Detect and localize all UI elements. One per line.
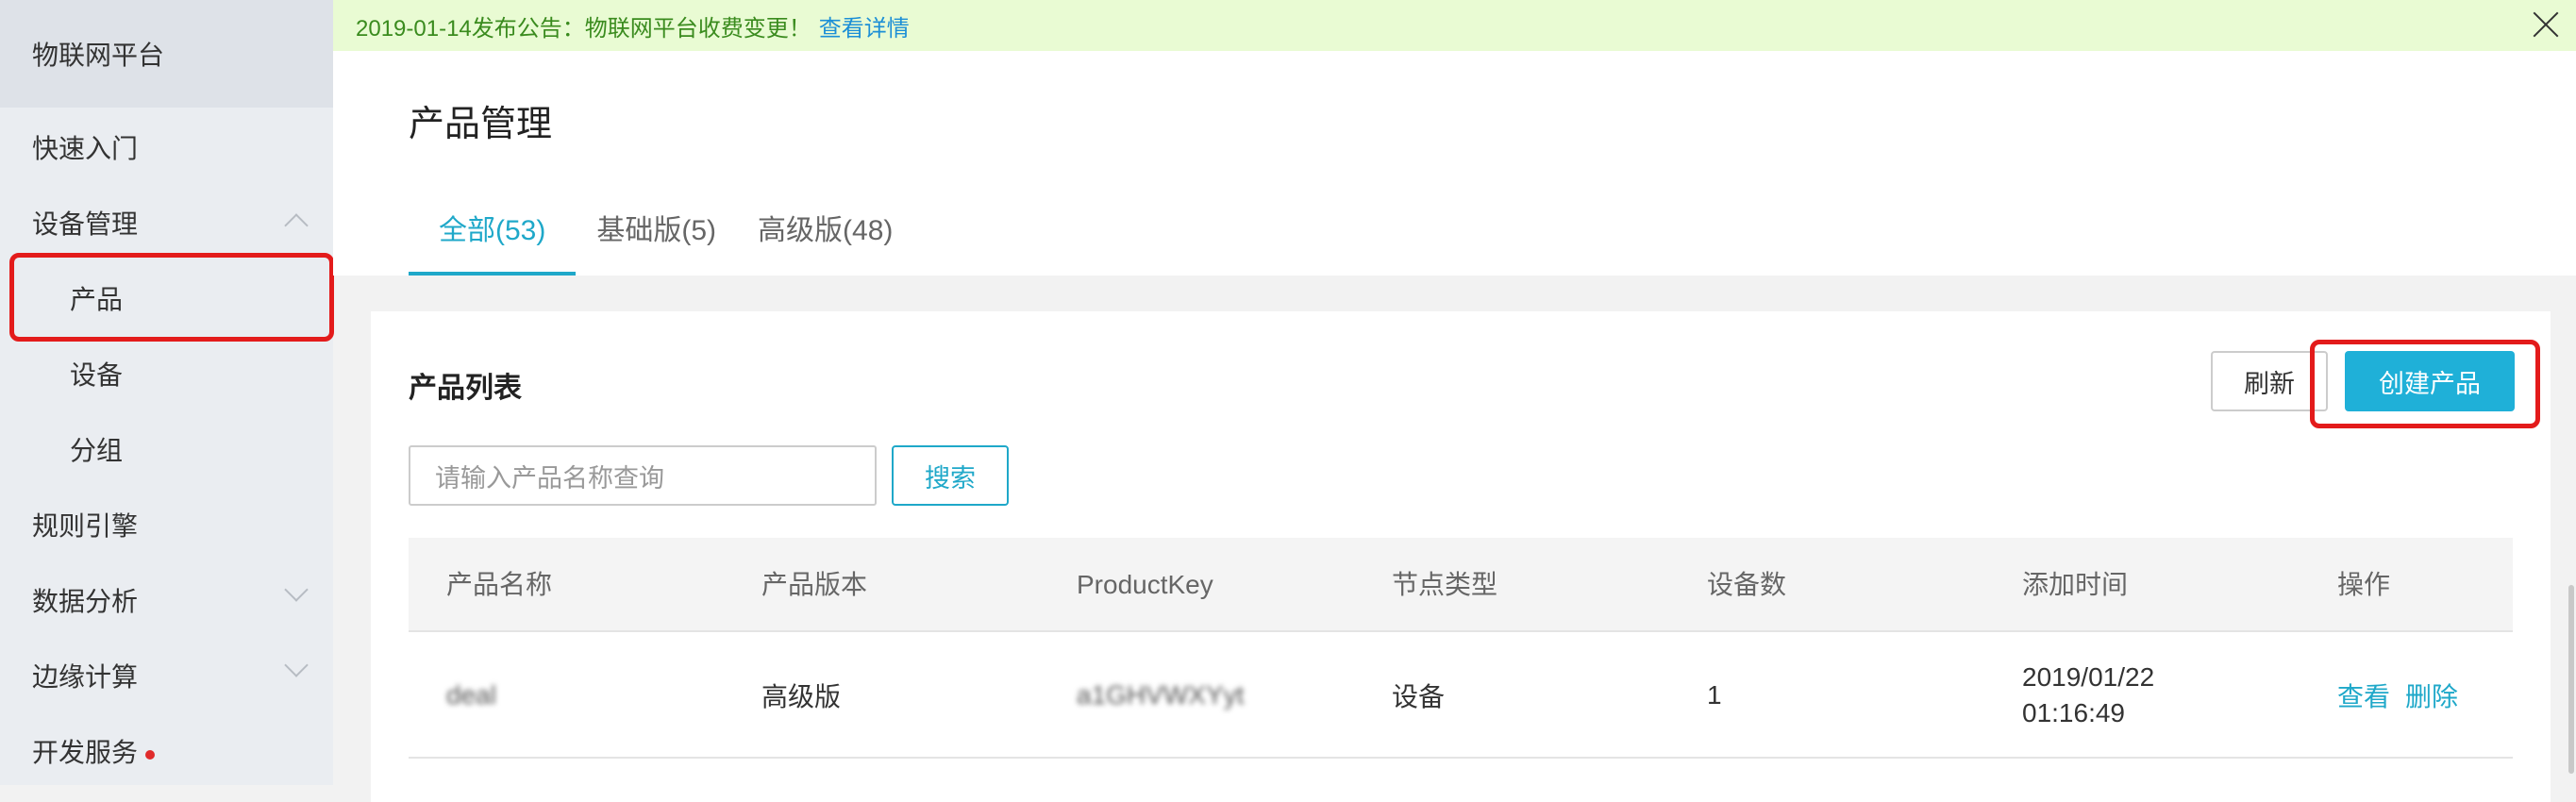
product-list-card: 产品列表 刷新 创建产品 请输入产品名称查询 搜索 产品名称 产品版本 Prod… [371, 311, 2551, 802]
tab-bar: 全部(53) 基础版(5) 高级版(48) [409, 206, 913, 276]
cell-actions: 查看 删除 [2337, 632, 2473, 759]
tab-all[interactable]: 全部(53) [409, 206, 577, 276]
new-dot-icon [145, 749, 156, 760]
column-header-productkey: ProductKey [1077, 570, 1213, 599]
view-link[interactable]: 查看 [2337, 677, 2390, 714]
scrollbar[interactable] [2568, 585, 2574, 774]
cell-product-key: a1GHVWXYyt [1077, 680, 1245, 710]
tab-advanced[interactable]: 高级版(48) [737, 206, 913, 276]
chevron-up-icon[interactable] [284, 213, 309, 238]
column-header-name: 产品名称 [446, 570, 553, 599]
added-date: 2019/01/22 [2022, 662, 2155, 692]
list-title: 产品列表 [409, 373, 522, 404]
page-header: 产品管理 全部(53) 基础版(5) 高级版(48) [333, 51, 2576, 276]
sidebar-item-rule-engine[interactable]: 规则引擎 [32, 506, 138, 543]
chevron-down-icon[interactable] [284, 653, 309, 677]
column-header-added-time: 添加时间 [2022, 570, 2129, 599]
table-header: 产品名称 产品版本 ProductKey 节点类型 设备数 添加时间 操作 [409, 538, 2513, 632]
notice-text: 2019-01-14发布公告：物联网平台收费变更！ [356, 15, 811, 42]
sidebar-item-device-management[interactable]: 设备管理 [32, 204, 138, 242]
highlight-box-create [2310, 340, 2540, 428]
column-header-version: 产品版本 [761, 570, 868, 599]
highlight-box-products [9, 253, 334, 342]
sidebar-item-edge-computing[interactable]: 边缘计算 [32, 657, 138, 694]
table-row: deal 高级版 a1GHVWXYyt 设备 1 2019/01/22 01:1… [409, 632, 2513, 759]
cell-device-count: 1 [1707, 680, 1722, 710]
search-button[interactable]: 搜索 [892, 445, 1009, 506]
sidebar-item-label: 开发服务 [32, 738, 139, 767]
sidebar: 物联网平台 快速入门 设备管理 产品 设备 分组 规则引擎 数据分析 边缘计算 … [0, 0, 333, 785]
column-header-device-count: 设备数 [1707, 570, 1787, 599]
search-input[interactable]: 请输入产品名称查询 [409, 445, 877, 506]
close-icon[interactable] [2527, 6, 2565, 43]
sidebar-item-quick-start[interactable]: 快速入门 [32, 128, 138, 166]
cell-added-time: 2019/01/22 01:16:49 [2022, 632, 2154, 759]
platform-title: 物联网平台 [0, 0, 333, 108]
cell-product-version: 高级版 [761, 682, 842, 711]
sidebar-item-devices[interactable]: 设备 [70, 355, 123, 393]
sidebar-item-dev-services[interactable]: 开发服务 [32, 732, 156, 770]
page-title: 产品管理 [409, 105, 553, 144]
sidebar-item-groups[interactable]: 分组 [70, 430, 123, 468]
column-header-node-type: 节点类型 [1392, 570, 1498, 599]
notice-details-link[interactable]: 查看详情 [819, 9, 910, 42]
notice-bar: 2019-01-14发布公告：物联网平台收费变更！ 查看详情 [333, 0, 2576, 51]
added-time: 01:16:49 [2022, 698, 2125, 727]
tab-basic[interactable]: 基础版(5) [576, 206, 737, 276]
delete-link[interactable]: 删除 [2405, 677, 2458, 714]
column-header-actions: 操作 [2337, 570, 2391, 599]
cell-node-type: 设备 [1392, 682, 1446, 711]
cell-product-name: deal [446, 680, 496, 710]
main-content: 2019-01-14发布公告：物联网平台收费变更！ 查看详情 产品管理 全部(5… [333, 0, 2576, 802]
sidebar-item-data-analysis[interactable]: 数据分析 [32, 581, 138, 619]
chevron-down-icon[interactable] [284, 577, 309, 602]
